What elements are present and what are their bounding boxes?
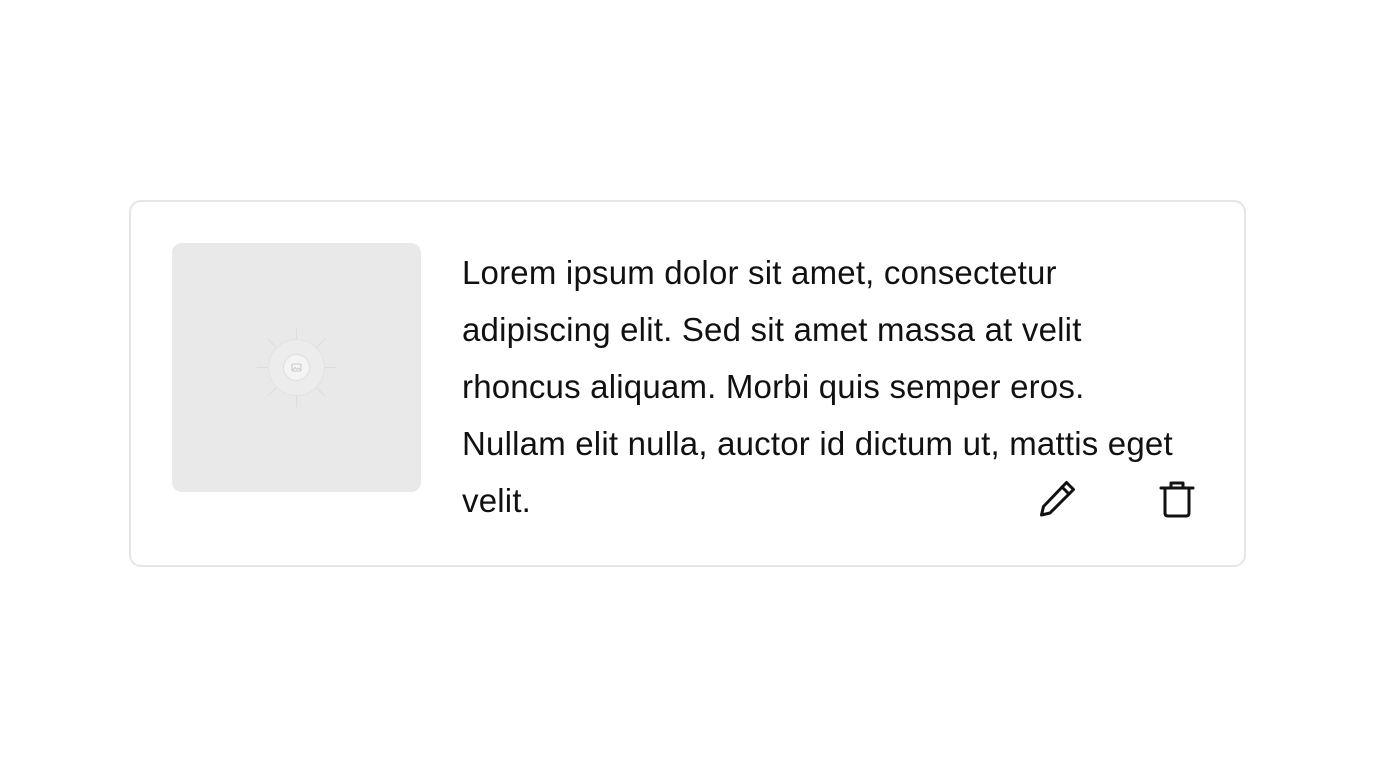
delete-button[interactable] [1155, 477, 1199, 521]
trash-icon [1159, 481, 1195, 518]
thumbnail-placeholder [172, 243, 421, 492]
item-card: Lorem ipsum dolor sit amet, consectetur … [129, 200, 1246, 567]
image-placeholder-icon [257, 328, 336, 407]
edit-button[interactable] [1035, 477, 1079, 521]
pencil-icon [1040, 481, 1075, 517]
card-description: Lorem ipsum dolor sit amet, consectetur … [462, 254, 1173, 519]
